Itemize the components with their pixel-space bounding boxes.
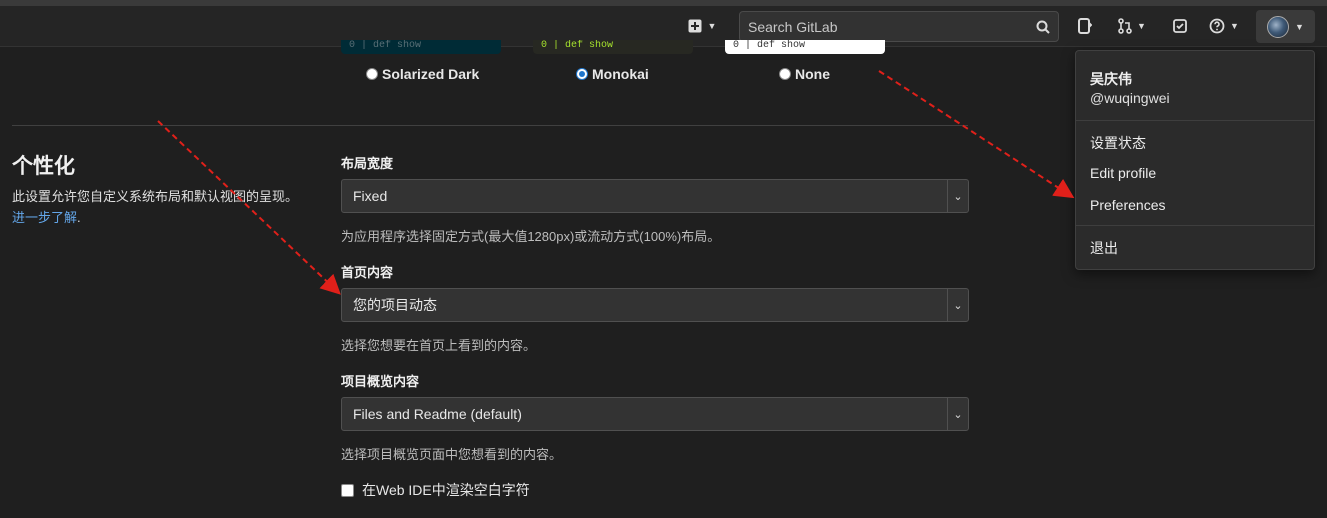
- chevron-down-icon: ▼: [1137, 21, 1146, 31]
- render-whitespace-label: 在Web IDE中渲染空白字符: [362, 482, 530, 498]
- menu-item-preferences[interactable]: Preferences: [1090, 197, 1165, 213]
- layout-width-value: Fixed: [353, 188, 388, 204]
- todos-button[interactable]: [1168, 13, 1192, 39]
- arrow-to-preferences-item: [878, 70, 1075, 199]
- project-overview-help: 选择项目概览页面中您想看到的内容。: [341, 447, 563, 462]
- chevron-down-icon: ⌄: [947, 180, 968, 212]
- project-overview-value: Files and Readme (default): [353, 406, 522, 422]
- menu-item-sign-out[interactable]: 退出: [1090, 238, 1118, 258]
- plus-square-icon: [688, 19, 702, 33]
- menu-item-set-status[interactable]: 设置状态: [1090, 133, 1146, 153]
- user-menu-button[interactable]: ▼: [1256, 10, 1315, 43]
- section-description: 此设置允许您自定义系统布局和默认视图的呈现。 进一步了解.: [12, 186, 302, 228]
- layout-width-select[interactable]: Fixed ⌄: [341, 179, 969, 213]
- theme-option-none[interactable]: None: [779, 66, 830, 82]
- section-title: 个性化: [12, 155, 75, 178]
- theme-option-monokai[interactable]: Monokai: [576, 66, 649, 82]
- homepage-value: 您的项目动态: [353, 297, 437, 313]
- project-overview-select[interactable]: Files and Readme (default) ⌄: [341, 397, 969, 431]
- chevron-down-icon: ⌄: [947, 289, 968, 321]
- chevron-down-icon: ▼: [1295, 21, 1304, 32]
- theme-option-solarized-dark[interactable]: Solarized Dark: [366, 66, 479, 82]
- new-menu-button[interactable]: ▼: [683, 13, 721, 39]
- issues-icon: [1078, 18, 1092, 34]
- radio-button-selected[interactable]: [576, 68, 588, 80]
- user-display-name: 吴庆伟: [1090, 71, 1132, 87]
- layout-width-label: 布局宽度: [341, 156, 394, 171]
- merge-requests-button[interactable]: ▼: [1113, 13, 1151, 39]
- preview-code-line: 0 | def show: [349, 40, 422, 51]
- chevron-down-icon: ▼: [1230, 21, 1239, 31]
- theme-option-label: Monokai: [592, 66, 649, 82]
- homepage-help: 选择您想要在首页上看到的内容。: [341, 338, 537, 353]
- help-button[interactable]: ▼: [1205, 13, 1243, 39]
- theme-preview-none: 0 | def show: [725, 40, 885, 54]
- radio-button[interactable]: [779, 68, 791, 80]
- todo-checkbox-icon: [1173, 19, 1187, 33]
- theme-preview-monokai: 0 | def show: [533, 40, 693, 54]
- preview-code-line: 0 | def show: [541, 40, 614, 51]
- project-overview-label: 项目概览内容: [341, 374, 420, 389]
- search-box[interactable]: [739, 11, 1059, 42]
- menu-item-edit-profile[interactable]: Edit profile: [1090, 165, 1156, 181]
- section-description-text: 此设置允许您自定义系统布局和默认视图的呈现。: [12, 189, 299, 204]
- chevron-down-icon: ⌄: [947, 398, 968, 430]
- layout-width-help: 为应用程序选择固定方式(最大值1280px)或流动方式(100%)布局。: [341, 229, 721, 244]
- section-divider: [12, 125, 968, 126]
- search-input[interactable]: [748, 18, 1036, 35]
- theme-option-label: None: [795, 66, 830, 82]
- preview-code-line: 0 | def show: [733, 40, 806, 51]
- search-icon: [1036, 20, 1050, 34]
- issues-button[interactable]: [1073, 13, 1097, 39]
- render-whitespace-checkbox[interactable]: [341, 483, 354, 497]
- avatar: [1267, 15, 1290, 38]
- user-dropdown-menu: 吴庆伟 @wuqingwei 设置状态 Edit profile Prefere…: [1075, 50, 1315, 270]
- period-text: .: [77, 210, 81, 225]
- merge-request-icon: [1118, 18, 1132, 34]
- render-whitespace-option[interactable]: 在Web IDE中渲染空白字符: [341, 480, 530, 500]
- menu-divider: [1076, 225, 1314, 226]
- learn-more-link[interactable]: 进一步了解: [12, 210, 77, 225]
- theme-preview-solarized: 0 | def show: [341, 40, 501, 54]
- homepage-select[interactable]: 您的项目动态 ⌄: [341, 288, 969, 322]
- menu-divider: [1076, 120, 1314, 121]
- theme-option-label: Solarized Dark: [382, 66, 480, 82]
- help-question-icon: [1209, 18, 1225, 34]
- radio-button[interactable]: [366, 68, 378, 80]
- user-handle: @wuqingwei: [1090, 90, 1170, 106]
- homepage-label: 首页内容: [341, 265, 394, 280]
- chevron-down-icon: ▼: [707, 21, 717, 31]
